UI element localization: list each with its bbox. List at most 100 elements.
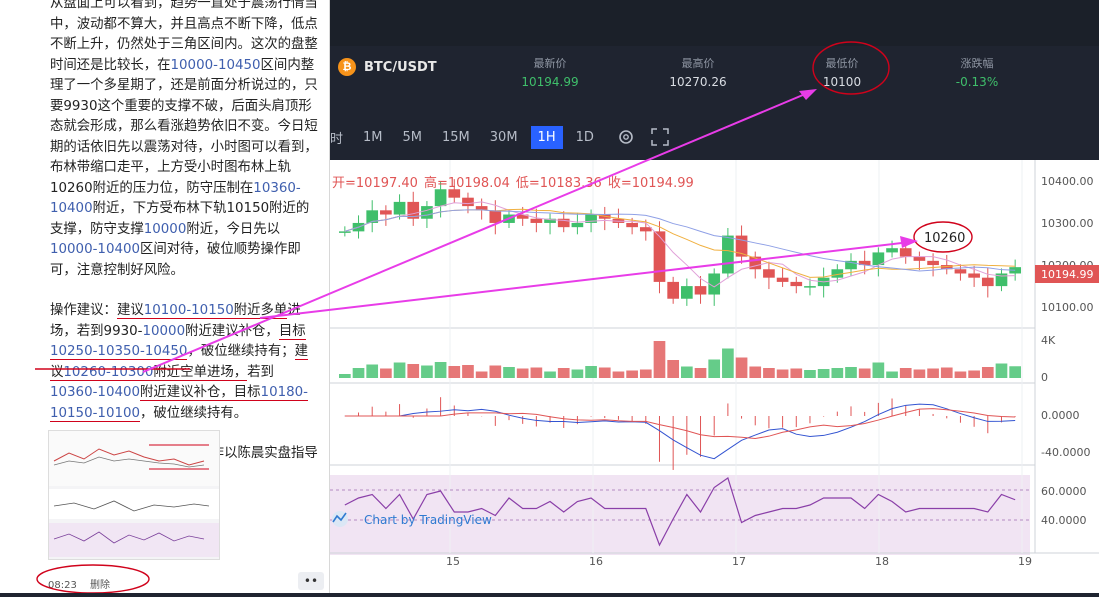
volume-bar	[981, 367, 994, 378]
volume-bar	[968, 370, 980, 378]
volume-bar	[776, 369, 789, 378]
volume-bar	[434, 362, 447, 378]
volume-bar	[530, 367, 543, 378]
volume-bar	[954, 371, 967, 378]
volume-bar	[544, 371, 556, 378]
delete-link[interactable]: 删除	[90, 580, 110, 591]
volume-bar	[626, 370, 638, 378]
volume-bar	[708, 359, 721, 378]
volume-bar	[475, 371, 488, 378]
timeframe-30m[interactable]: 30M	[483, 126, 525, 149]
bitcoin-icon: ₿	[338, 58, 356, 76]
date-tick: 17	[732, 555, 746, 568]
volume-bar	[339, 374, 351, 378]
volume-bar	[681, 366, 693, 378]
candle-body	[981, 277, 994, 287]
timeframe-1m[interactable]: 1M	[356, 126, 390, 149]
rsi-tick: 60.0000	[1041, 485, 1087, 498]
timeframe-1h[interactable]: 1H	[530, 125, 563, 149]
change-stat: 涨跌幅 -0.13%	[955, 57, 999, 89]
timeframe-partial[interactable]: 时	[330, 124, 350, 151]
volume-bar	[749, 366, 762, 378]
price-tick: 10100.00	[1041, 301, 1094, 314]
volume-bar	[503, 367, 515, 378]
chart-canvas[interactable]: 10400.0010300.0010200.0010100.004K00.000…	[330, 160, 1099, 593]
volume-bar	[571, 369, 584, 378]
timeframe-15m[interactable]: 15M	[435, 126, 477, 149]
candle-body	[393, 201, 406, 215]
volume-bar	[940, 367, 953, 378]
rsi-tick: 40.0000	[1041, 514, 1087, 527]
candle-body	[913, 256, 926, 261]
candle-body	[681, 286, 693, 299]
volume-bar	[639, 369, 652, 378]
macd-tick: 0.0000	[1041, 409, 1080, 422]
volume-bar	[612, 371, 625, 378]
thumbnail-chart-icon	[49, 431, 219, 557]
candle-body	[694, 286, 707, 295]
volume-bar	[421, 365, 433, 378]
candle-body	[503, 214, 515, 223]
volume-bar	[735, 357, 748, 378]
volume-bar	[393, 362, 406, 378]
post-panel: 从盘面上可以看到，趋势一直处于震荡行情当中，波动都不算大，并且高点不断下降，低点…	[0, 0, 330, 593]
fullscreen-icon[interactable]	[649, 126, 671, 148]
candle-body	[722, 235, 734, 274]
candle-body	[790, 281, 803, 287]
advice-paragraph: 操作建议：建议10100-10150附近多单进场，若到9930-10000附近建…	[50, 303, 308, 422]
candle-body	[954, 269, 967, 274]
volume-bar	[1009, 366, 1021, 378]
candle-body	[653, 231, 666, 282]
candle-body	[763, 269, 775, 278]
price-tick: 10400.00	[1041, 175, 1094, 188]
date-tick: 15	[446, 555, 460, 568]
volume-bar	[598, 367, 611, 378]
volume-bar	[366, 364, 379, 378]
candle-body	[462, 197, 474, 207]
timeframe-1d[interactable]: 1D	[569, 126, 601, 149]
trading-panel: ₿ BTC/USDT 最新价 10194.99 最高价 10270.26 最低价…	[330, 0, 1099, 593]
volume-tick: 4K	[1041, 334, 1056, 347]
top-bar	[330, 0, 1099, 46]
price-chart[interactable]: 10400.0010300.0010200.0010100.004K00.000…	[330, 160, 1099, 593]
volume-bar	[489, 365, 502, 378]
chart-thumbnail[interactable]	[48, 430, 220, 560]
analysis-paragraph: 从盘面上可以看到，趋势一直处于震荡行情当中，波动都不算大，并且高点不断下降，低点…	[50, 0, 318, 278]
volume-tick: 0	[1041, 371, 1048, 384]
volume-bar	[380, 368, 392, 378]
post-time: 08:23	[48, 580, 77, 591]
timeframe-5m[interactable]: 5M	[396, 126, 430, 149]
volume-bar	[516, 368, 529, 378]
volume-bar	[462, 365, 474, 378]
volume-bar	[899, 368, 912, 378]
candle-body	[667, 281, 679, 299]
pair-selector[interactable]: ₿ BTC/USDT	[338, 58, 437, 76]
date-tick: 16	[589, 555, 603, 568]
ticker-bar: ₿ BTC/USDT 最新价 10194.99 最高价 10270.26 最低价…	[330, 46, 1099, 100]
candle-body	[639, 227, 652, 232]
volume-bar	[352, 368, 365, 378]
candle-body	[489, 210, 502, 223]
candle-body	[968, 273, 980, 278]
svg-text:Chart by TradingView: Chart by TradingView	[364, 513, 492, 527]
volume-bar	[858, 368, 871, 378]
post-meta: 08:23 删除	[48, 576, 120, 591]
date-tick: 19	[1018, 555, 1032, 568]
volume-bar	[913, 369, 926, 378]
volume-bar	[804, 370, 816, 378]
volume-bar	[995, 363, 1008, 378]
candle-body	[571, 222, 584, 228]
candle-body	[804, 286, 816, 288]
volume-bar	[872, 362, 885, 378]
volume-bar	[763, 368, 775, 378]
candle-body	[434, 189, 447, 207]
gear-icon[interactable]	[615, 126, 637, 148]
last-price-stat: 最新价 10194.99	[521, 57, 579, 89]
candle-body	[927, 260, 939, 266]
candle-body	[421, 206, 433, 219]
candle-body	[339, 231, 351, 233]
more-button[interactable]: ••	[298, 572, 324, 590]
volume-bar	[407, 364, 420, 378]
volume-bar	[722, 348, 734, 378]
candle-body	[626, 222, 638, 228]
